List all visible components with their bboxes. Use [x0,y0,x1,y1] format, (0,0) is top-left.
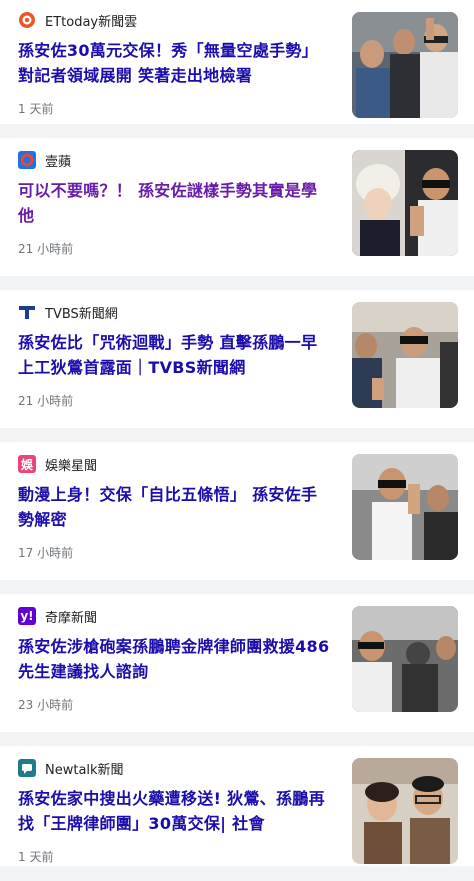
source-name: ETtoday新聞雲 [45,14,138,30]
headline-link[interactable]: 孫安佐涉槍砲案孫鵬聘金牌律師團救援486先生建議找人諮詢 [18,634,330,684]
news-card[interactable]: TVBS新聞網 孫安佐比「咒術迴戰」手勢 直擊孫鵬一早上工狄鶯首露面｜TVBS新… [0,290,474,428]
article-thumbnail[interactable] [352,150,458,256]
news-card[interactable]: ETtoday新聞雲 孫安佐30萬元交保！秀「無量空處手勢」對記者領域展開 笑著… [0,0,474,124]
nextapple-icon [18,151,36,169]
article-thumbnail[interactable] [352,454,458,560]
article-thumbnail[interactable] [352,606,458,712]
headline-link[interactable]: 孫安佐比「咒術迴戰」手勢 直擊孫鵬一早上工狄鶯首露面｜TVBS新聞網 [18,330,330,380]
headline-link[interactable]: 動漫上身！交保「自比五條悟」 孫安佐手勢解密 [18,482,330,532]
article-thumbnail[interactable] [352,12,458,118]
news-card[interactable]: y! 奇摩新聞 孫安佐涉槍砲案孫鵬聘金牌律師團救援486先生建議找人諮詢 23 … [0,594,474,732]
article-thumbnail[interactable] [352,758,458,864]
headline-link[interactable]: 孫安佐家中搜出火藥遭移送! 狄鶯、孫鵬再找「王牌律師團」30萬交保| 社會 [18,786,330,836]
star-news-icon: 娛 [18,455,36,473]
yahoo-icon: y! [18,607,36,625]
headline-link[interactable]: 可以不要嗎？！ 孫安佐謎樣手勢其實是學他 [18,178,330,228]
source-name: TVBS新聞網 [45,306,118,322]
source-name: 壹蘋 [45,154,72,170]
news-card[interactable]: 壹蘋 可以不要嗎？！ 孫安佐謎樣手勢其實是學他 21 小時前 [0,138,474,276]
news-card[interactable]: Newtalk新聞 孫安佐家中搜出火藥遭移送! 狄鶯、孫鵬再找「王牌律師團」30… [0,746,474,866]
article-thumbnail[interactable] [352,302,458,408]
news-card[interactable]: 娛 娛樂星聞 動漫上身！交保「自比五條悟」 孫安佐手勢解密 17 小時前 [0,442,474,580]
ettoday-icon [18,11,36,29]
source-name: Newtalk新聞 [45,762,124,778]
news-feed: ETtoday新聞雲 孫安佐30萬元交保！秀「無量空處手勢」對記者領域展開 笑著… [0,0,474,866]
newtalk-icon [18,759,36,777]
source-name: 娛樂星聞 [45,458,98,474]
source-name: 奇摩新聞 [45,610,98,626]
tvbs-icon [18,303,36,321]
headline-link[interactable]: 孫安佐30萬元交保！秀「無量空處手勢」對記者領域展開 笑著走出地檢署 [18,38,330,88]
